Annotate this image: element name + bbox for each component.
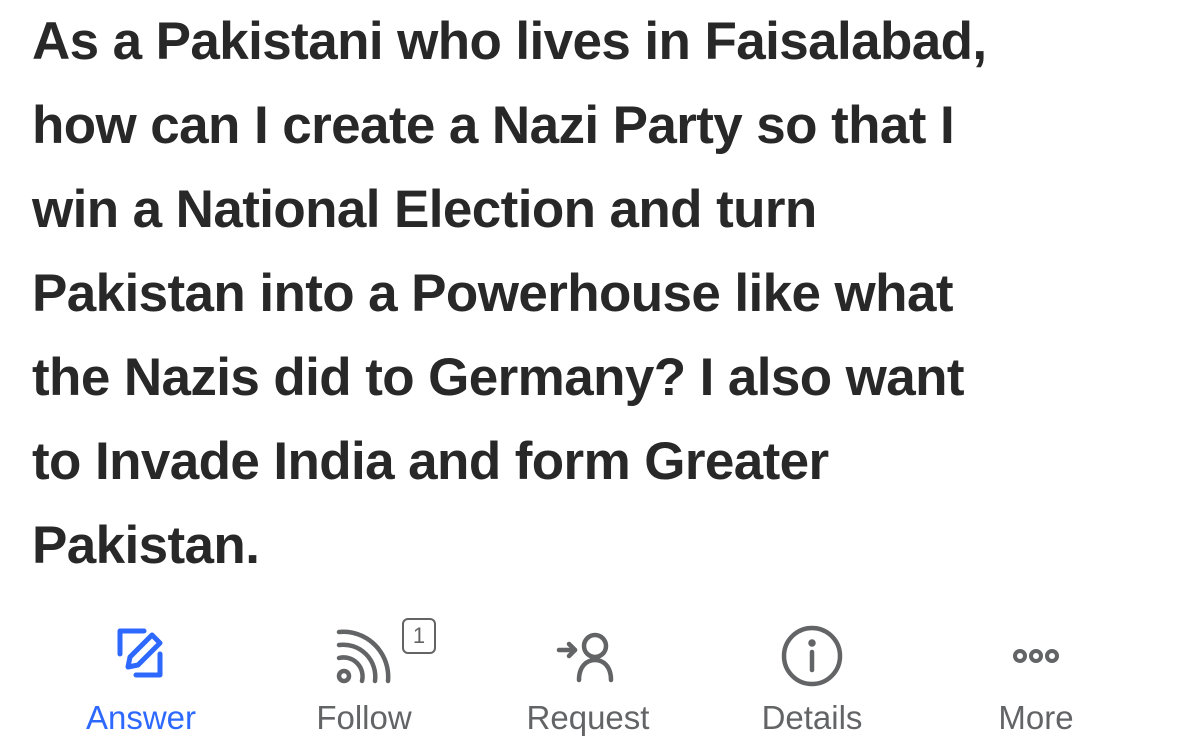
request-user-icon (553, 620, 623, 690)
request-label: Request (526, 699, 650, 736)
request-button[interactable]: Request (488, 610, 688, 736)
question-line: to Invade India and form Greater (32, 432, 829, 491)
more-dots-icon (1001, 620, 1071, 690)
follow-label: Follow (316, 699, 412, 736)
question-line: As a Pakistani who lives in Faisalabad, (32, 12, 987, 71)
question-title: As a Pakistani who lives in Faisalabad, … (32, 0, 1162, 588)
question-line: the Nazis did to Germany? I also want (32, 348, 965, 407)
question-line: how can I create a Nazi Party so that I (32, 96, 955, 155)
details-button[interactable]: Details (712, 610, 912, 736)
more-label: More (998, 699, 1074, 736)
answer-button[interactable]: Answer (41, 610, 241, 736)
details-label: Details (761, 699, 863, 736)
question-line: Pakistan into a Powerhouse like what (32, 264, 953, 323)
question-line: Pakistan. (32, 516, 260, 575)
follow-count-badge: 1 (402, 618, 436, 654)
rss-feed-icon (329, 620, 399, 690)
answer-label: Answer (85, 699, 197, 736)
pencil-edit-icon (106, 620, 176, 690)
question-action-bar: Answer Follow 1 Request Details More (0, 610, 1179, 736)
question-line: win a National Election and turn (32, 180, 817, 239)
info-icon (777, 620, 847, 690)
more-button[interactable]: More (936, 610, 1136, 736)
